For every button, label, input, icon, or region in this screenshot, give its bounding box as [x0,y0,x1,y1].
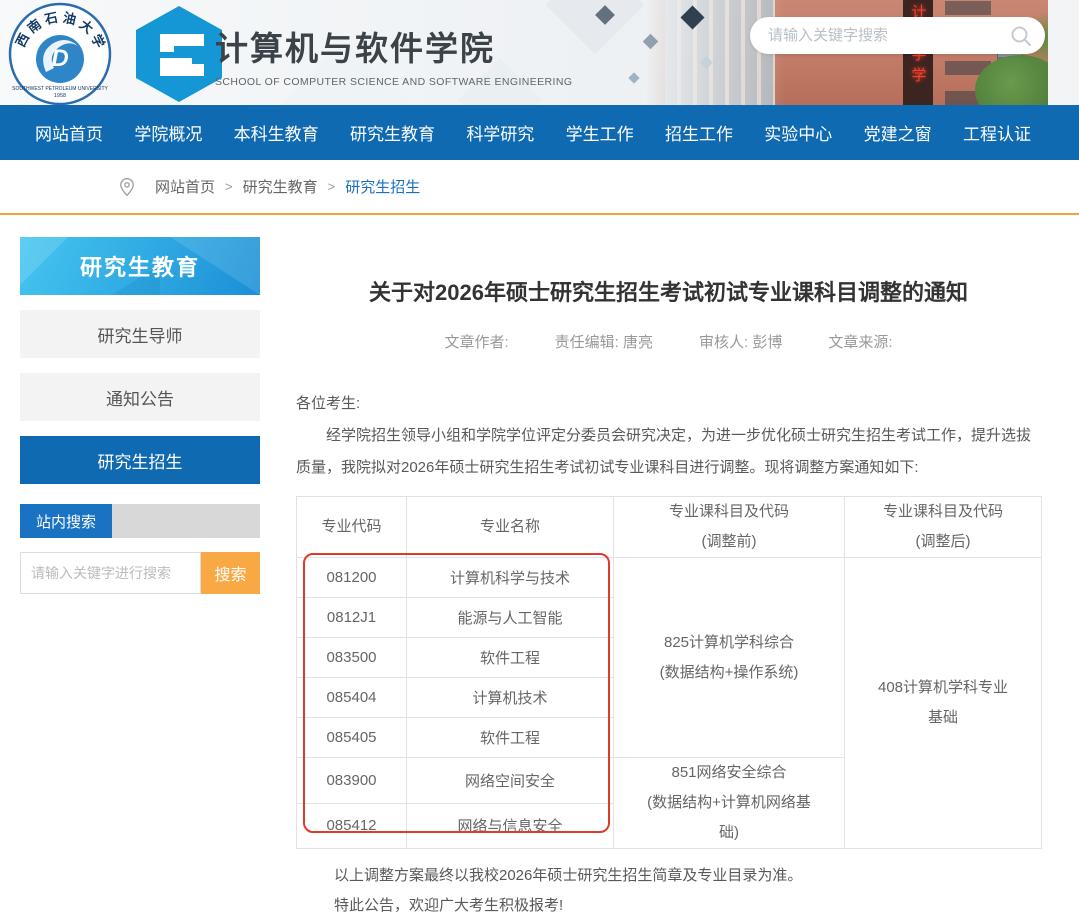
meta-reviewer: 审核人: 彭博 [699,334,783,351]
sidebar-search-input[interactable] [20,552,201,594]
cell-major: 网络与信息安全 [406,802,614,849]
table-row: 081200 计算机科学与技术 825计算机学科综合 (数据结构+操作系统) 4… [296,557,1042,849]
col-header-code: 专业代码 [296,496,407,558]
school-name-cn: 计算机与软件学院 [215,30,495,67]
cell-major: 网络空间安全 [406,757,614,804]
cell-major: 计算机技术 [406,677,614,718]
nav-item-admissions[interactable]: 招生工作 [665,120,733,145]
header-search [750,17,1045,54]
breadcrumb: 网站首页 > 研究生教育 > 研究生招生 [0,160,1079,215]
svg-text:SOUTHWEST PETROLEUM UNIVERSITY: SOUTHWEST PETROLEUM UNIVERSITY [12,86,108,92]
breadcrumb-separator: > [225,179,233,194]
closing-line-1: 以上调整方案最终以我校2026年硕士研究生招生简章及专业目录为准。 [334,867,803,884]
breadcrumb-graduate[interactable]: 研究生教育 [243,176,318,197]
sidebar-section-title: 研究生教育 [20,237,260,295]
cell-major: 软件工程 [406,637,614,678]
col-header-before: 专业课科目及代码 (调整前) [613,496,845,558]
article-meta: 文章作者: 责任编辑: 唐亮 审核人: 彭博 文章来源: [296,331,1041,352]
main-nav: 网站首页 学院概况 本科生教育 研究生教育 科学研究 学生工作 招生工作 实验中… [0,105,1079,160]
breadcrumb-separator: > [327,179,336,194]
adjustment-table: 专业代码 专业名称 专业课科目及代码 (调整前) 专业课科目及代码 (调整后) … [296,496,1042,849]
nav-item-labs[interactable]: 实验中心 [764,120,832,145]
cell-after-group: 408计算机学科专业 基础 [844,557,1042,849]
nav-item-overview[interactable]: 学院概况 [134,120,202,145]
decor-triangle [20,237,80,295]
nav-item-graduate[interactable]: 研究生教育 [350,120,435,145]
meta-editor: 责任编辑: 唐亮 [554,334,653,351]
site-header: 计科学学 西 南 石 油 大 学 D SOUTHWEST PETROLEUM U… [0,0,1079,105]
university-seal-logo: 西 南 石 油 大 学 D SOUTHWEST PETROLEUM UNIVER… [8,2,112,105]
cell-code: 083500 [296,637,407,678]
cell-code: 081200 [296,557,407,598]
sidebar-search-button[interactable]: 搜索 [201,552,260,594]
cell-before-group-1: 825计算机学科综合 (数据结构+操作系统) [613,557,845,758]
svg-text:D: D [51,45,68,72]
nav-item-party[interactable]: 党建之窗 [864,120,932,145]
nav-item-accreditation[interactable]: 工程认证 [963,120,1031,145]
col-header-major: 专业名称 [406,496,614,558]
page: 计科学学 西 南 石 油 大 学 D SOUTHWEST PETROLEUM U… [0,0,1079,919]
sidebar-item-admissions[interactable]: 研究生招生 [20,436,260,484]
header-search-input[interactable] [768,27,1009,44]
article-paragraph: 经学院招生领导小组和学院学位评定分委员会研究决定，为进一步优化硕士研究生招生考试… [296,427,1032,476]
sidebar-search: 搜索 [20,552,260,594]
cell-code: 085404 [296,677,407,718]
cell-code: 085405 [296,717,407,758]
sidebar-item-notices[interactable]: 通知公告 [20,373,260,421]
sidebar: 研究生教育 研究生导师 通知公告 研究生招生 站内搜索 搜索 [20,237,260,594]
closing-line-2: 特此公告，欢迎广大考生积极报考! [334,897,564,914]
meta-source: 文章来源: [828,334,893,351]
cell-major: 能源与人工智能 [406,597,614,638]
decor-diamond [628,72,640,84]
cell-code: 085412 [296,802,407,849]
breadcrumb-home[interactable]: 网站首页 [155,176,215,197]
adjustment-table-wrap: 专业代码 专业名称 专业课科目及代码 (调整前) 专业课科目及代码 (调整后) … [296,496,1042,849]
nav-item-research[interactable]: 科学研究 [466,120,534,145]
nav-item-student-affairs[interactable]: 学生工作 [566,120,634,145]
sidebar-item-tutors[interactable]: 研究生导师 [20,310,260,358]
college-hexagon-logo [130,4,228,104]
nav-item-home[interactable]: 网站首页 [35,120,103,145]
svg-text:1958: 1958 [54,93,66,99]
meta-author: 文章作者: [444,334,509,351]
article-title: 关于对2026年硕士研究生招生考试初试专业课科目调整的通知 [369,280,968,305]
cell-major: 计算机科学与技术 [406,557,614,598]
site-search-label: 站内搜索 [20,504,112,538]
article: 关于对2026年硕士研究生招生考试初试专业课科目调整的通知 文章作者: 责任编辑… [296,275,1042,919]
table-header-row: 专业代码 专业名称 专业课科目及代码 (调整前) 专业课科目及代码 (调整后) [296,496,1042,558]
cell-code: 0812J1 [296,597,407,638]
cell-major: 软件工程 [406,717,614,758]
search-icon[interactable] [1009,24,1033,48]
nav-item-undergraduate[interactable]: 本科生教育 [234,120,319,145]
col-header-after: 专业课科目及代码 (调整后) [844,496,1042,558]
site-search-bar: 站内搜索 [20,504,260,538]
location-pin-icon [117,177,137,197]
site-brand: 计算机与软件学院 SCHOOL OF COMPUTER SCIENCE AND … [215,22,572,88]
cell-before-group-2: 851网络安全综合 (数据结构+计算机网络基 础) [613,757,845,849]
school-name-en: SCHOOL OF COMPUTER SCIENCE AND SOFTWARE … [215,76,573,88]
article-greeting: 各位考生: [296,395,361,412]
breadcrumb-current[interactable]: 研究生招生 [345,176,420,197]
cell-code: 083900 [296,757,407,804]
